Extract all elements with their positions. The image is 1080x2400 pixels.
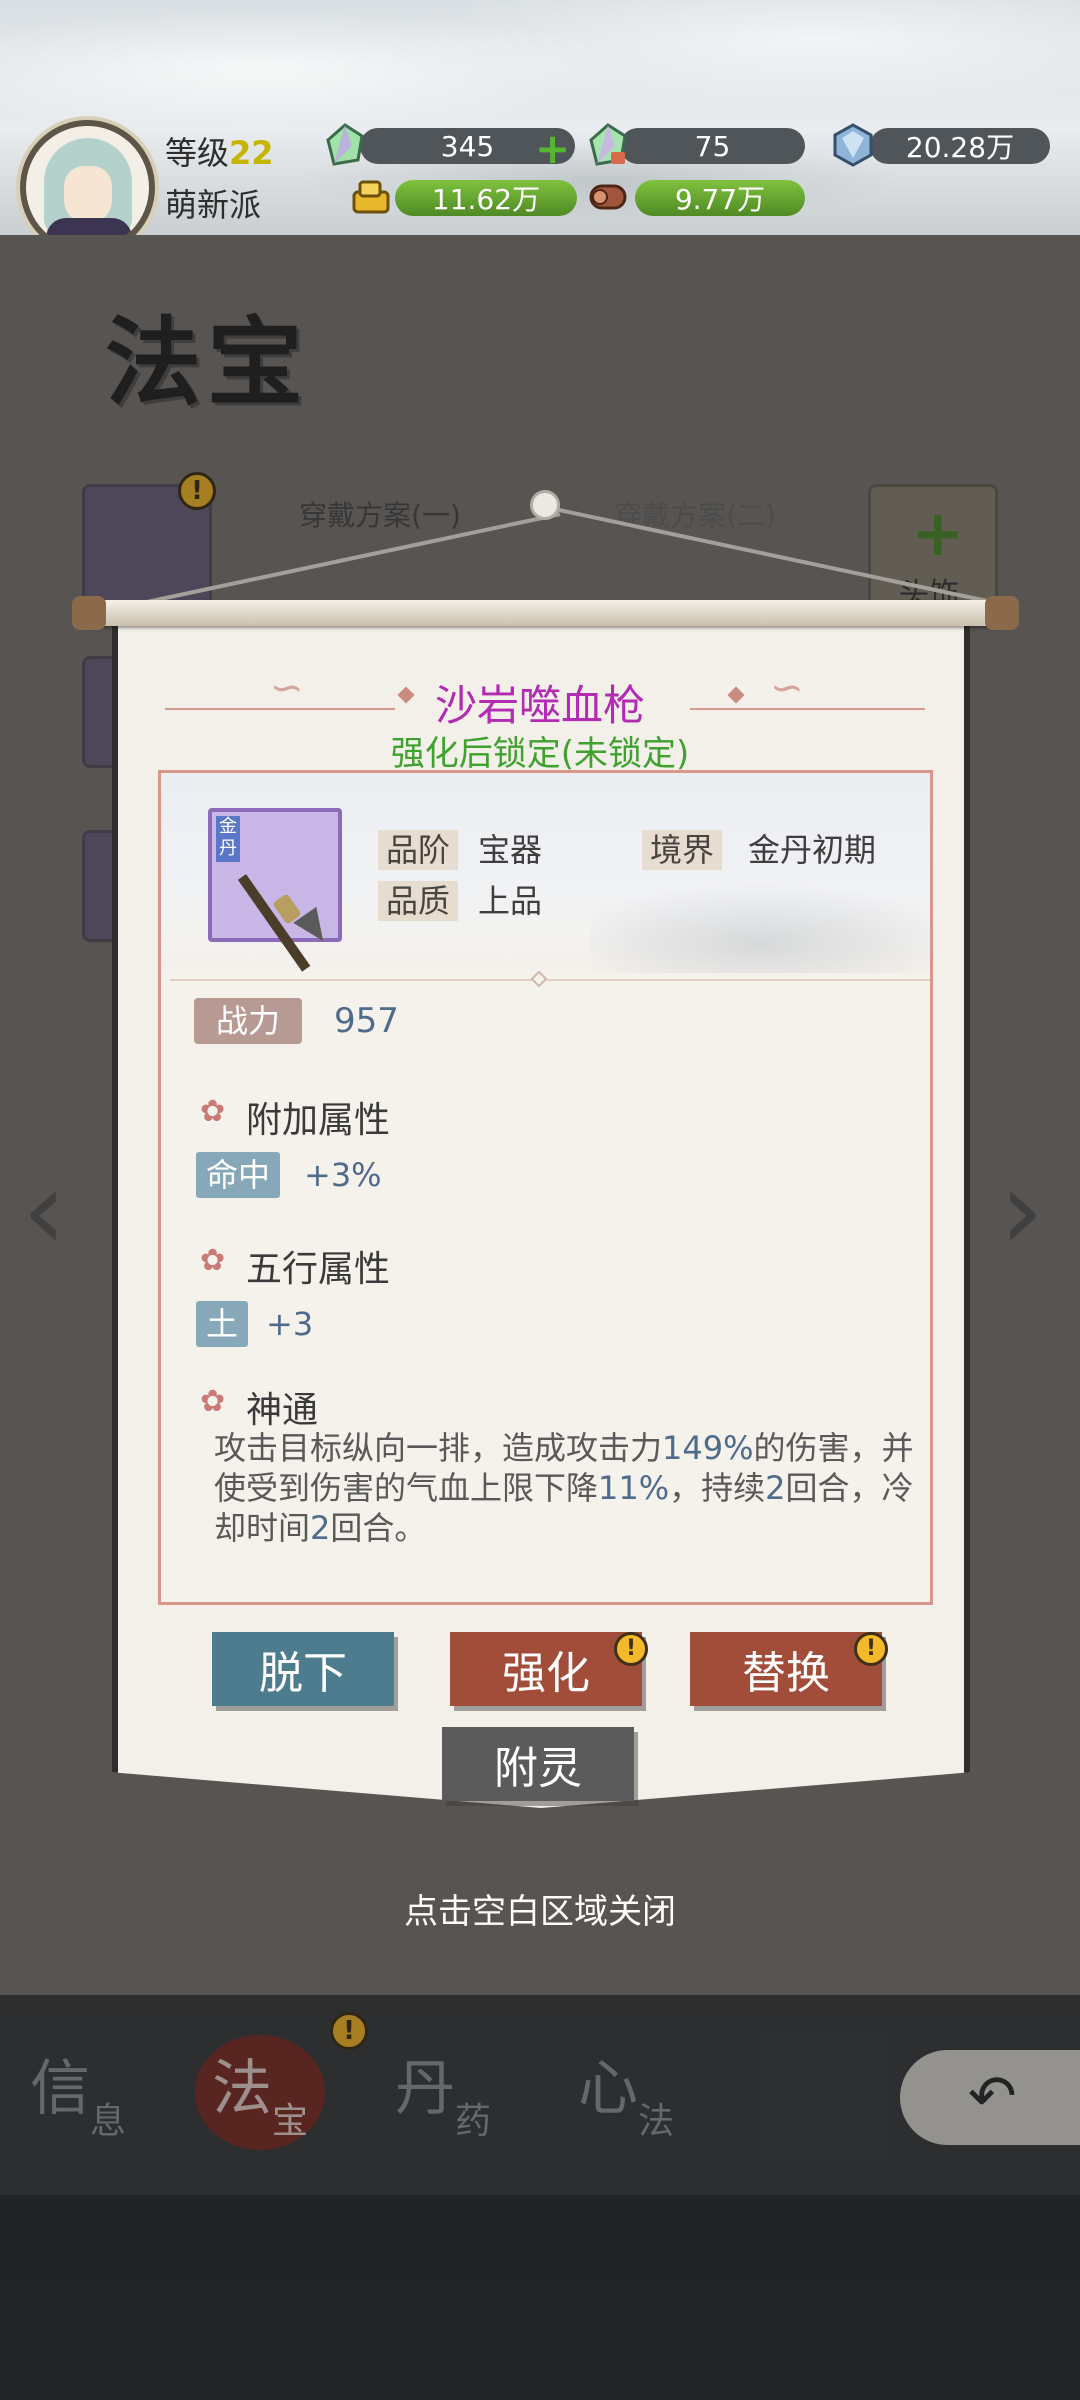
jade-value: 345: [440, 129, 495, 163]
flower-icon: ✿: [200, 1094, 226, 1129]
item-icon: 金丹: [208, 808, 342, 972]
element-label: 土: [196, 1301, 249, 1347]
replace-alert-icon: !: [854, 1632, 888, 1666]
locked-jade-counter: 75: [620, 128, 805, 164]
element-value: +3: [266, 1305, 314, 1343]
player-sect: 萌新派: [165, 186, 262, 224]
enchant-button[interactable]: 附灵: [442, 1727, 634, 1801]
locked-jade-value: 75: [694, 129, 731, 163]
level-number: 22: [229, 134, 274, 172]
rod-cap-right: [985, 596, 1019, 630]
gold-ingot-icon: [352, 180, 390, 214]
skill-title: 神通: [246, 1390, 319, 1431]
enhance-alert-icon: !: [614, 1632, 648, 1666]
wood-log-icon: [589, 184, 627, 210]
lock-status[interactable]: 强化后锁定(未锁定): [0, 726, 1080, 775]
quality-label: 品质: [378, 881, 459, 921]
power-value: 957: [334, 1001, 399, 1041]
realm-tag: 金丹: [216, 816, 240, 862]
skill-description: 攻击目标纵向一排，造成攻击力149%的伤害，并使受到伤害的气血上限下降11%，持…: [214, 1429, 914, 1547]
locked-jade-icon: [589, 123, 627, 166]
crystal-counter: 20.28万: [870, 128, 1050, 164]
unequip-button[interactable]: 脱下: [212, 1632, 394, 1706]
wood-value: 9.77万: [674, 183, 766, 216]
crystal-value: 20.28万: [905, 131, 1015, 164]
extra-attr-title: 附加属性: [246, 1100, 391, 1141]
flower-icon: ✿: [200, 1384, 226, 1419]
enhance-button[interactable]: 强化: [450, 1632, 642, 1706]
wood-counter: 9.77万: [635, 180, 805, 216]
element-attr-title: 五行属性: [246, 1249, 391, 1290]
grade-value: 宝器: [478, 831, 543, 869]
crystal-icon: [833, 123, 873, 167]
replace-button[interactable]: 替换: [690, 1632, 882, 1706]
realm-label: 境界: [642, 830, 723, 870]
scroll-pin: [530, 490, 560, 520]
close-hint: 点击空白区域关闭: [404, 1892, 676, 1932]
realm-value: 金丹初期: [748, 831, 877, 869]
grade-label: 品阶: [378, 830, 459, 870]
flower-icon: ✿: [200, 1243, 226, 1278]
scroll-rod: [78, 600, 1013, 626]
quality-value: 上品: [478, 882, 543, 920]
jade-gem-icon: [326, 123, 364, 166]
extra-attr-label: 命中: [196, 1152, 281, 1198]
player-level: 等级22: [165, 128, 274, 174]
gold-value: 11.62万: [431, 183, 541, 216]
level-label: 等级: [165, 134, 230, 172]
gold-counter: 11.62万: [395, 180, 577, 216]
power-label: 战力: [194, 998, 302, 1044]
item-name: 沙岩噬血枪: [434, 681, 645, 730]
extra-attr-value: +3%: [304, 1156, 382, 1194]
add-jade-button[interactable]: +: [535, 128, 570, 170]
rod-cap-left: [72, 596, 106, 630]
